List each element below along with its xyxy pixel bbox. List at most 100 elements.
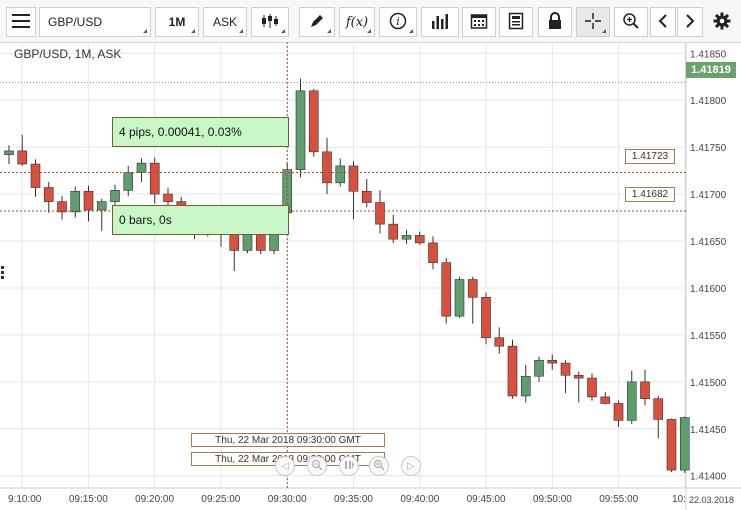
candle-body [335,165,346,184]
candle-body [481,297,491,339]
candle [30,159,41,197]
y-tick-label: 1.41700 [690,190,727,201]
pause-icon [343,459,355,474]
y-tick-label: 1.41600 [690,284,727,295]
candle [587,373,597,401]
candle-body [441,262,452,317]
scroll-left-button[interactable]: ◁ [275,456,295,476]
candle [57,195,67,220]
candle-body [4,150,14,155]
calendar-button[interactable] [462,7,496,37]
y-tick-label: 1.41850 [690,49,727,60]
info-icon: i [389,12,407,33]
menu-button[interactable] [6,7,36,37]
candle-body [520,375,531,397]
chevron-left-icon [658,13,668,32]
reset-view-button[interactable] [339,456,359,476]
template-button[interactable] [499,7,533,37]
candle-body [388,223,399,240]
candle [534,356,544,382]
x-tick-label: 09:35:00 [334,494,373,505]
scroll-right-button[interactable]: ▷ [401,456,421,476]
chevron-right-icon [685,13,695,32]
candle [454,276,465,319]
level-high-tag: 1.41723 [625,149,675,164]
timeframe-label: 1M [168,15,186,29]
candle [467,276,478,324]
x-tick-label: 09:50:00 [533,494,572,505]
next-button[interactable] [677,7,703,37]
candle [507,339,518,399]
candle [494,327,505,354]
lock-button[interactable] [538,7,572,37]
candle [640,369,650,406]
candle [83,185,94,222]
y-tick-label: 1.41750 [690,143,727,154]
candle [149,157,160,204]
candle [43,181,54,213]
candle [96,198,107,231]
zoom-in-button[interactable] [369,456,389,476]
candle-body [679,417,690,471]
symbol-selector[interactable]: GBP/USD [39,7,151,37]
y-tick-label: 1.41650 [690,237,727,248]
candle-body [149,162,160,195]
prev-button[interactable] [650,7,676,37]
crosshair-button[interactable] [576,7,610,37]
bar-chart-icon [431,13,449,32]
timeframe-selector[interactable]: 1M [155,7,199,37]
candle [520,364,531,403]
indicators-button[interactable]: f(x) [339,7,375,37]
candle [295,78,306,178]
settings-button[interactable] [707,7,737,37]
candle-body [30,163,41,188]
candle-body [587,377,597,398]
chart-grid [0,42,686,488]
zoom-button[interactable] [614,7,648,37]
document-icon [508,12,524,33]
x-tick-label: 9:10:00 [8,494,42,505]
x-tick-label: 09:55:00 [599,494,638,505]
candle-body [613,403,624,421]
candle [401,229,412,244]
volume-button[interactable] [421,7,459,37]
chart-type-button[interactable] [251,7,289,37]
current-price-tag: 1.41819 [686,62,736,78]
draw-tool-button[interactable] [299,7,335,37]
y-tick-label: 1.41800 [690,96,727,107]
candle [626,370,637,425]
measure-bottom-label: 0 bars, 0s [112,205,289,235]
candle-body [123,172,134,191]
candle-body [494,337,505,347]
price-axis: 1.41850 1.41800 1.41750 1.41700 1.41650 1.416… [685,42,727,510]
toolbar: GBP/USD 1M ASK f(x) i [0,0,741,43]
candle-body [163,193,173,202]
candle-body [534,359,544,377]
candle-body [547,359,558,364]
info-button[interactable]: i [379,7,417,37]
candlestick-icon [260,13,280,32]
candle-body [507,345,518,397]
zoom-out-button[interactable] [307,456,327,476]
hamburger-icon [12,13,30,31]
candle [653,395,664,439]
candle [136,158,147,182]
candle [679,416,690,473]
candle [17,134,28,166]
svg-text:i: i [396,15,400,28]
price-type-selector[interactable]: ASK [203,7,247,37]
candle [414,231,425,245]
candle-body [83,190,94,211]
x-tick-label: 09:30:00 [268,494,307,505]
crosshair-icon [584,12,602,33]
candle-body [666,419,677,471]
candle-body [295,90,306,170]
candle-body [375,202,385,225]
candle-body [401,235,412,240]
candle-body [96,201,107,211]
candle [123,165,134,196]
candle [388,214,399,243]
crosshair-overlay [0,42,686,488]
panel-drag-handle[interactable] [1,266,5,284]
candle-body [17,150,28,165]
